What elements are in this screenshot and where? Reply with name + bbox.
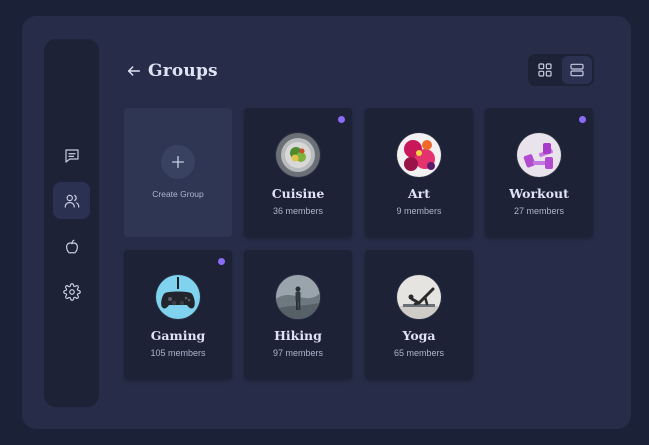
member-count: 65 members bbox=[393, 348, 445, 358]
member-count: 9 members bbox=[396, 206, 442, 216]
list-view-button[interactable] bbox=[562, 56, 592, 84]
group-avatar-cuisine bbox=[276, 133, 320, 177]
plus-icon bbox=[172, 156, 184, 168]
member-count: 27 members bbox=[513, 206, 565, 216]
gear-icon bbox=[62, 282, 81, 301]
group-card-yoga[interactable]: Yoga 65 members bbox=[365, 250, 473, 379]
page-header: Groups bbox=[126, 60, 218, 82]
grid-view-icon bbox=[538, 63, 552, 77]
sidebar-item-activity[interactable] bbox=[53, 228, 90, 265]
dumbbells-image bbox=[517, 133, 561, 177]
group-name: Workout bbox=[509, 186, 569, 201]
group-avatar-hiking bbox=[276, 275, 320, 319]
sidebar-item-groups[interactable] bbox=[53, 182, 90, 219]
group-card-hiking[interactable]: Hiking 97 members bbox=[244, 250, 352, 379]
hiker-image bbox=[276, 275, 320, 319]
unread-dot bbox=[218, 258, 225, 265]
yoga-pose-image bbox=[397, 275, 441, 319]
group-card-art[interactable]: Art 9 members bbox=[365, 108, 473, 237]
group-name: Cuisine bbox=[271, 186, 325, 201]
list-view-icon bbox=[570, 63, 584, 77]
unread-dot bbox=[338, 116, 345, 123]
food-plate-image bbox=[276, 133, 320, 177]
group-avatar-yoga bbox=[397, 275, 441, 319]
group-name: Gaming bbox=[150, 328, 206, 343]
group-name: Yoga bbox=[402, 328, 436, 343]
group-avatar-gaming bbox=[156, 275, 200, 319]
member-count: 97 members bbox=[272, 348, 324, 358]
create-group-card[interactable]: Create Group bbox=[124, 108, 232, 237]
chat-icon bbox=[64, 148, 79, 163]
unread-dot bbox=[579, 116, 586, 123]
page-title: Groups bbox=[148, 61, 218, 81]
sidebar-item-settings[interactable] bbox=[53, 273, 90, 310]
plus-button[interactable] bbox=[161, 145, 195, 179]
users-icon bbox=[64, 194, 79, 208]
group-avatar-art bbox=[397, 133, 441, 177]
member-count: 36 members bbox=[272, 206, 324, 216]
create-group-label: Create Group bbox=[152, 189, 204, 199]
group-name: Hiking bbox=[274, 328, 322, 343]
sidebar-item-messages[interactable] bbox=[53, 137, 90, 174]
view-toggle bbox=[528, 54, 594, 86]
group-card-cuisine[interactable]: Cuisine 36 members bbox=[244, 108, 352, 237]
game-controller-image bbox=[156, 275, 200, 319]
app-window: Groups Create Group Cuisine 36 members A… bbox=[22, 16, 631, 429]
member-count: 105 members bbox=[150, 348, 206, 358]
apple-icon bbox=[65, 239, 78, 254]
back-arrow-icon[interactable] bbox=[126, 63, 142, 79]
grid-view-button[interactable] bbox=[530, 56, 560, 84]
group-card-gaming[interactable]: Gaming 105 members bbox=[124, 250, 232, 379]
sidebar bbox=[44, 39, 99, 407]
group-card-workout[interactable]: Workout 27 members bbox=[485, 108, 593, 237]
flowers-image bbox=[397, 133, 441, 177]
group-avatar-workout bbox=[517, 133, 561, 177]
group-name: Art bbox=[407, 186, 431, 201]
